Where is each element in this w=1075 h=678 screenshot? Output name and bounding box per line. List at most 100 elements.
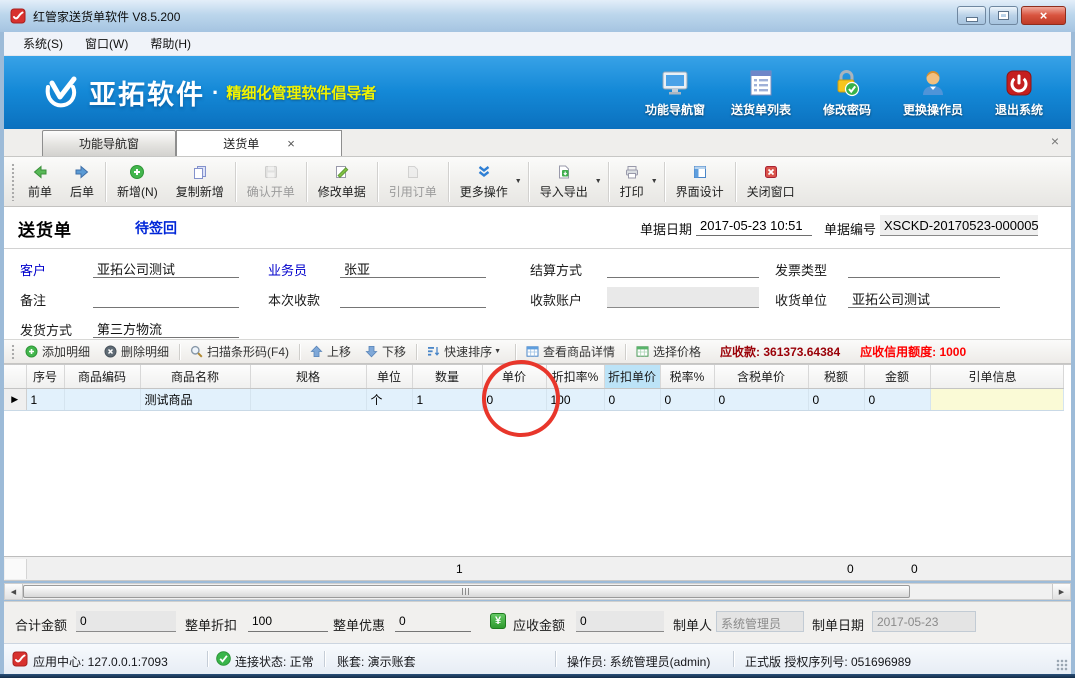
col-product-code[interactable]: 商品编码: [64, 365, 140, 389]
menu-help[interactable]: 帮助(H): [139, 32, 202, 55]
detail-separator: [416, 344, 417, 360]
dropdown-arrow-icon[interactable]: ▼: [595, 178, 602, 185]
col-ref-info[interactable]: 引单信息: [930, 365, 1063, 389]
copy-new-button[interactable]: 复制新增: [167, 161, 233, 203]
date-field[interactable]: 2017-05-23 10:51: [696, 215, 812, 236]
customer-field[interactable]: 亚拓公司测试: [93, 257, 239, 278]
cell-seq[interactable]: 1: [26, 389, 64, 411]
dropdown-arrow-icon[interactable]: ▼: [651, 178, 658, 185]
import-export-button[interactable]: 导入导出: [531, 161, 597, 203]
cell-product-name[interactable]: 测试商品: [140, 389, 250, 411]
minimize-button[interactable]: [957, 6, 986, 25]
cell-discount-price[interactable]: 0: [604, 389, 660, 411]
grid-header-row: 序号 商品编码 商品名称 规格 单位 数量 单价 折扣率% 折扣单价 税率% 含…: [4, 365, 1063, 389]
order-offer-field[interactable]: 0: [395, 611, 471, 632]
cell-unit[interactable]: 个: [366, 389, 412, 411]
print-button[interactable]: 打印: [611, 161, 653, 203]
close-window-button[interactable]: 关闭窗口: [738, 161, 804, 203]
cell-product-code[interactable]: [64, 389, 140, 411]
maximize-button[interactable]: [989, 6, 1018, 25]
col-seq[interactable]: 序号: [26, 365, 64, 389]
col-tax-rate[interactable]: 税率%: [660, 365, 714, 389]
col-product-name[interactable]: 商品名称: [140, 365, 250, 389]
horizontal-scrollbar[interactable]: ◀ ▶: [4, 583, 1071, 600]
banner-action-order-list[interactable]: 送货单列表: [723, 68, 799, 118]
detail-toolbar-grip[interactable]: [11, 344, 15, 360]
resize-grip[interactable]: [1056, 659, 1068, 671]
create-date-field: 2017-05-23: [872, 611, 976, 632]
select-price-button[interactable]: 选择价格: [629, 343, 708, 360]
banner-action-nav-window[interactable]: 功能导航窗: [637, 68, 713, 118]
cell-tax[interactable]: 0: [808, 389, 864, 411]
view-product-detail-button[interactable]: 查看商品详情: [519, 343, 622, 360]
prev-order-button[interactable]: 前单: [19, 161, 61, 203]
layout-panel-icon: [692, 164, 708, 180]
scan-barcode-button[interactable]: 扫描条形码(F4): [183, 343, 296, 360]
move-down-button[interactable]: 下移: [358, 343, 413, 360]
cell-spec[interactable]: [250, 389, 366, 411]
quick-sort-button[interactable]: 快速排序 ▼: [420, 343, 512, 360]
yen-icon[interactable]: ¥: [490, 613, 506, 629]
settlement-label: 结算方式: [530, 260, 582, 279]
col-unit[interactable]: 单位: [366, 365, 412, 389]
col-discount-price[interactable]: 折扣单价: [604, 365, 660, 389]
cell-discount-rate[interactable]: 100: [546, 389, 604, 411]
new-button[interactable]: 新增(N): [108, 161, 167, 203]
toolbar-grip[interactable]: [11, 163, 16, 201]
banner-action-switch-operator[interactable]: 更换操作员: [895, 68, 971, 118]
tab-nav-window[interactable]: 功能导航窗: [42, 130, 176, 156]
payment-account-field[interactable]: [607, 287, 759, 308]
cell-amount[interactable]: 0: [864, 389, 930, 411]
scroll-right-arrow[interactable]: ▶: [1052, 584, 1070, 599]
status-bar: 应用中心: 127.0.0.1:7093 连接状态: 正常 账套: 演示账套 操…: [4, 643, 1071, 674]
col-quantity[interactable]: 数量: [412, 365, 482, 389]
table-row[interactable]: ▶ 1 测试商品 个 1 0 100 0 0 0 0 0: [4, 389, 1063, 411]
salesman-field[interactable]: 张亚: [340, 257, 486, 278]
col-tax[interactable]: 税额: [808, 365, 864, 389]
receivable-amount-field[interactable]: 0: [576, 611, 664, 632]
col-unit-price[interactable]: 单价: [482, 365, 546, 389]
delete-detail-button[interactable]: 删除明细: [97, 343, 176, 360]
modify-order-button[interactable]: 修改单据: [309, 161, 375, 203]
banner-action-exit[interactable]: 退出系统: [981, 68, 1057, 118]
scrollbar-thumb[interactable]: [23, 585, 910, 598]
banner-action-change-password[interactable]: 修改密码: [809, 68, 885, 118]
invoice-type-field[interactable]: [848, 257, 1000, 278]
delivery-method-field[interactable]: 第三方物流: [93, 317, 239, 338]
close-button[interactable]: ×: [1021, 6, 1066, 25]
ui-design-button[interactable]: 界面设计: [667, 161, 733, 203]
move-up-button[interactable]: 上移: [303, 343, 358, 360]
price-table-icon: [636, 345, 649, 358]
col-price-with-tax[interactable]: 含税单价: [714, 365, 808, 389]
tabstrip-close-icon[interactable]: ×: [1051, 134, 1059, 148]
check-circle-icon: [216, 651, 231, 666]
scroll-left-arrow[interactable]: ◀: [5, 584, 23, 599]
cell-unit-price[interactable]: 0: [482, 389, 546, 411]
remark-field[interactable]: [93, 287, 239, 308]
total-amount-field[interactable]: 0: [76, 611, 176, 632]
app-logo-icon: [12, 651, 28, 667]
col-discount-rate[interactable]: 折扣率%: [546, 365, 604, 389]
col-spec[interactable]: 规格: [250, 365, 366, 389]
menu-window[interactable]: 窗口(W): [74, 32, 139, 55]
power-icon: [1004, 68, 1034, 98]
cell-ref-info[interactable]: [930, 389, 1063, 411]
copy-icon: [192, 164, 208, 180]
current-payment-field[interactable]: [340, 287, 486, 308]
col-amount[interactable]: 金额: [864, 365, 930, 389]
menu-system[interactable]: 系统(S): [12, 32, 74, 55]
dropdown-arrow-icon[interactable]: ▼: [515, 178, 522, 185]
customer-label: 客户: [20, 260, 46, 279]
settlement-field[interactable]: [607, 257, 759, 278]
more-actions-button[interactable]: 更多操作: [451, 161, 517, 203]
cell-quantity[interactable]: 1: [412, 389, 482, 411]
order-discount-field[interactable]: 100: [248, 611, 328, 632]
add-detail-button[interactable]: 添加明细: [18, 343, 97, 360]
app-center-status: 应用中心: 127.0.0.1:7093: [33, 653, 168, 670]
tab-delivery-order[interactable]: 送货单 ×: [176, 130, 342, 156]
next-order-button[interactable]: 后单: [61, 161, 103, 203]
receiving-unit-field[interactable]: 亚拓公司测试: [848, 287, 1000, 308]
cell-price-with-tax[interactable]: 0: [714, 389, 808, 411]
cell-tax-rate[interactable]: 0: [660, 389, 714, 411]
tab-close-icon[interactable]: ×: [287, 137, 295, 150]
